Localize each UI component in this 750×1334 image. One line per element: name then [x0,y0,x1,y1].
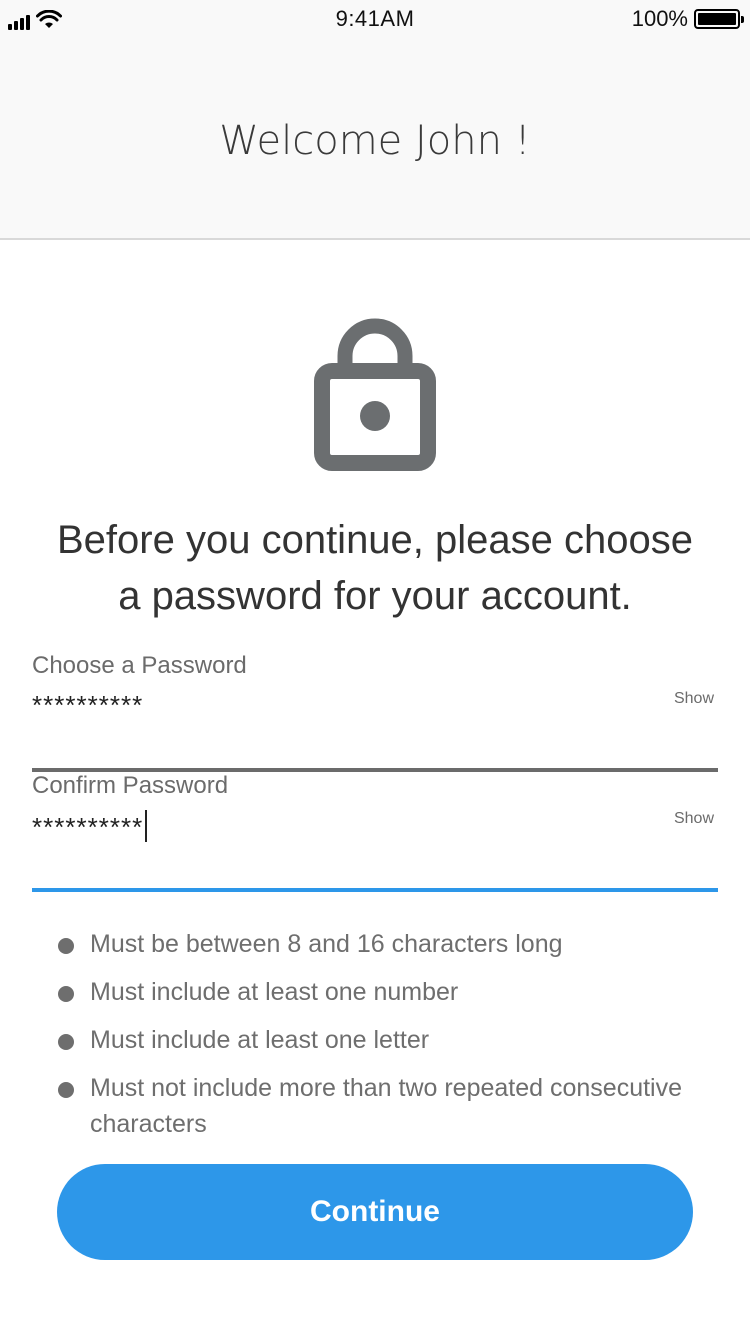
rule-item: Must include at least one number [56,974,716,1010]
confirm-password-value: ********** [32,812,144,842]
header: 9:41AM 100% Welcome John ! [0,0,750,240]
confirm-password-show-toggle[interactable]: Show [674,810,714,828]
bullet-icon [58,938,74,954]
confirm-password-field[interactable]: Confirm Password ********** Show [32,772,718,892]
status-right: 100% [631,6,744,32]
password-label: Choose a Password [32,652,247,679]
confirm-password-underline [32,888,718,892]
rule-text: Must include at least one number [90,978,459,1006]
battery-percent: 100% [631,6,688,31]
password-show-toggle[interactable]: Show [674,690,714,708]
intro-text: Before you continue, please choose a pas… [20,512,730,624]
rule-item: Must be between 8 and 16 characters long [56,926,716,962]
battery-icon [694,9,744,29]
rule-text: Must not include more than two repeated … [90,1074,683,1138]
rule-item: Must include at least one letter [56,1022,716,1058]
intro-line-2: a password for your account. [118,574,632,618]
rule-text: Must be between 8 and 16 characters long [90,930,563,958]
text-caret [145,810,148,842]
intro-line-1: Before you continue, please choose [57,518,693,562]
continue-button[interactable]: Continue [57,1164,693,1260]
status-bar: 9:41AM 100% [0,0,750,40]
page-title: Welcome John ! [219,118,531,164]
rule-text: Must include at least one letter [90,1026,430,1054]
bullet-icon [58,986,74,1002]
password-rules: Must be between 8 and 16 characters long… [56,926,716,1154]
password-field[interactable]: Choose a Password ********** Show [32,652,718,772]
confirm-password-input[interactable]: ********** [32,810,148,843]
password-input[interactable]: ********** [32,690,143,721]
confirm-password-label: Confirm Password [32,772,229,799]
bullet-icon [58,1034,74,1050]
rule-item: Must not include more than two repeated … [56,1070,716,1142]
lock-icon [313,310,437,472]
bullet-icon [58,1082,74,1098]
